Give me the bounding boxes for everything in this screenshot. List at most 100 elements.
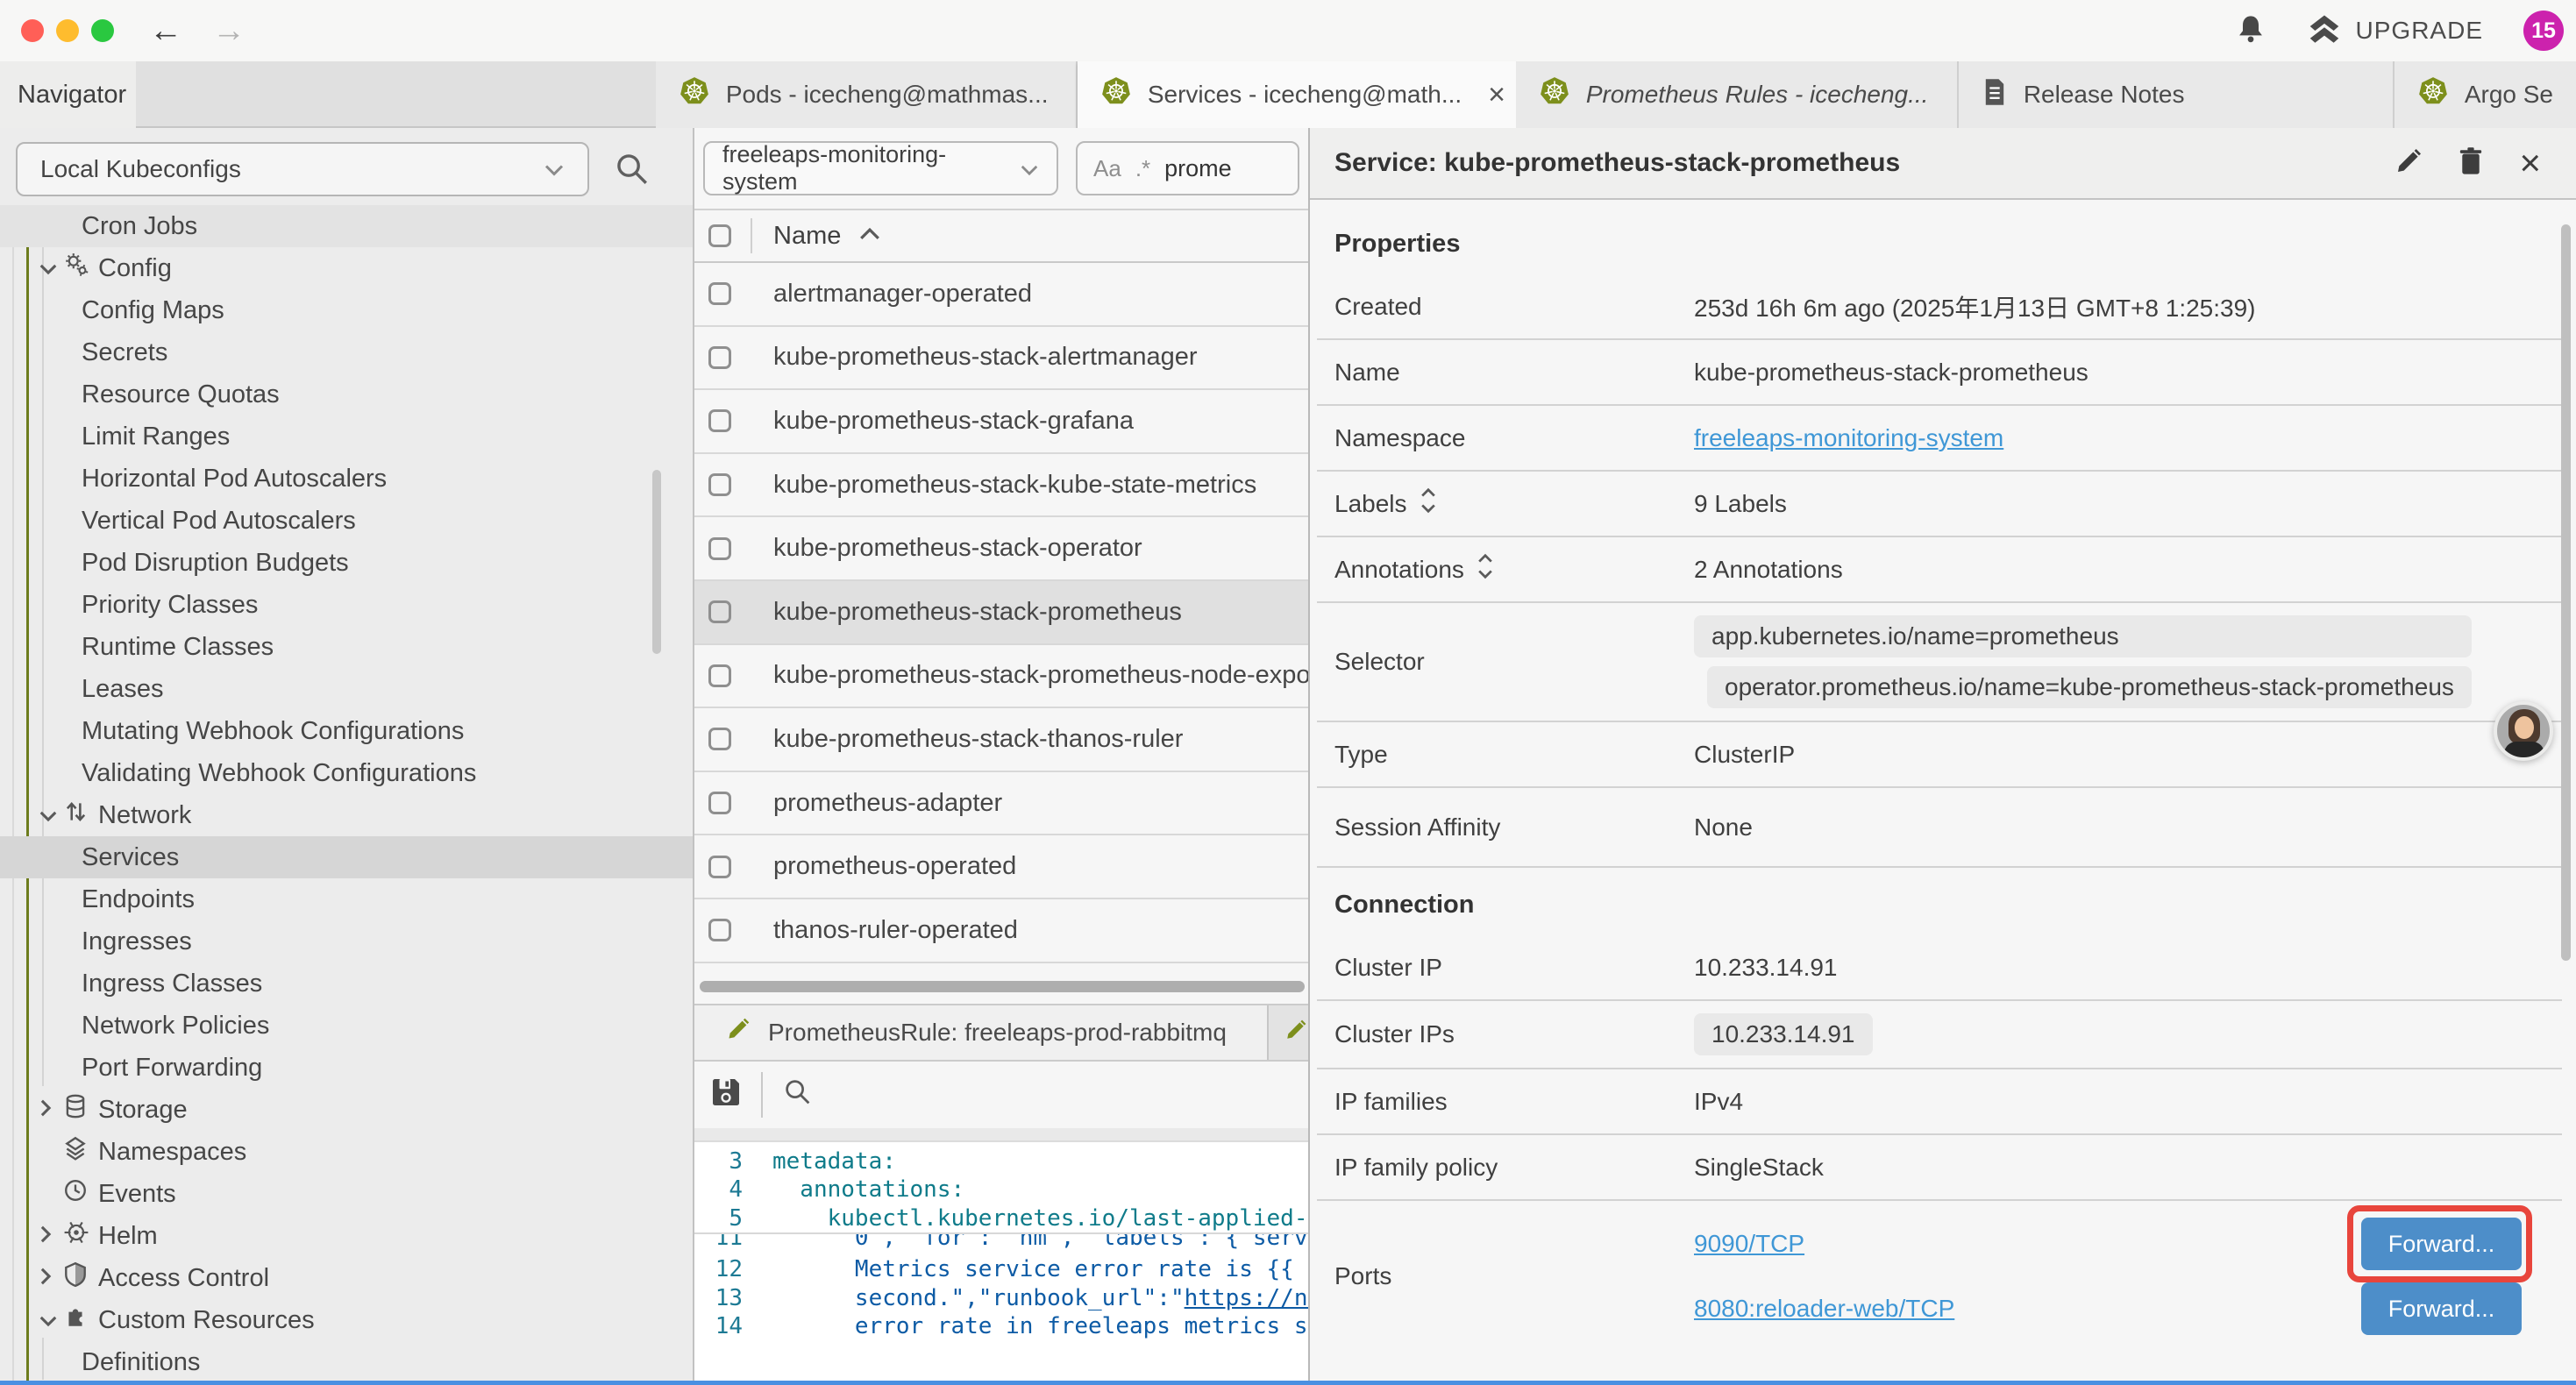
save-icon[interactable]	[708, 1075, 744, 1114]
sidebar-item-events[interactable]: Events	[0, 1173, 693, 1215]
chevron-down-icon[interactable]	[39, 254, 58, 283]
yaml-editor[interactable]: 3metadata:4 annotations:5 kubectl.kubern…	[694, 1142, 1308, 1385]
table-row[interactable]: kube-prometheus-stack-grafana	[694, 390, 1308, 454]
edit-pencil-icon[interactable]	[2395, 147, 2423, 180]
sidebar-item-services[interactable]: Services	[0, 836, 693, 878]
table-row[interactable]: kube-prometheus-stack-operator	[694, 517, 1308, 581]
kubeconfig-selector[interactable]: Local Kubeconfigs	[16, 142, 589, 196]
workspace-tab-5[interactable]: Argo Se	[2395, 61, 2576, 128]
search-icon[interactable]	[614, 151, 651, 192]
editor-tab-next[interactable]	[1269, 1005, 1308, 1060]
horizontal-scrollbar[interactable]	[700, 981, 1305, 992]
sidebar-item-network-policies[interactable]: Network Policies	[0, 1005, 693, 1047]
sidebar-item-leases[interactable]: Leases	[0, 668, 693, 710]
sidebar-item-config-maps[interactable]: Config Maps	[0, 289, 693, 331]
table-row[interactable]: kube-prometheus-stack-thanos-ruler	[694, 708, 1308, 772]
row-checkbox[interactable]	[708, 600, 731, 623]
table-row[interactable]: kube-prometheus-stack-kube-state-metrics	[694, 454, 1308, 518]
sidebar-item-limit-ranges[interactable]: Limit Ranges	[0, 416, 693, 458]
sidebar-item-validating-webhook-configurations[interactable]: Validating Webhook Configurations	[0, 752, 693, 794]
sidebar-item-custom-resources[interactable]: Custom Resources	[0, 1299, 693, 1341]
match-case-toggle[interactable]: Aa	[1093, 155, 1121, 182]
sidebar-item-cron-jobs[interactable]: Cron Jobs	[0, 205, 693, 247]
row-checkbox[interactable]	[708, 409, 731, 432]
row-checkbox[interactable]	[708, 792, 731, 814]
table-row[interactable]: thanos-ruler-operated	[694, 899, 1308, 963]
sidebar-item-config[interactable]: Config	[0, 247, 693, 289]
sidebar-item-helm[interactable]: Helm	[0, 1215, 693, 1257]
table-row[interactable]: kube-prometheus-stack-prometheus	[694, 581, 1308, 645]
sidebar-item-definitions[interactable]: Definitions	[0, 1341, 693, 1383]
row-checkbox[interactable]	[708, 473, 731, 496]
sidebar-item-vertical-pod-autoscalers[interactable]: Vertical Pod Autoscalers	[0, 500, 693, 542]
expand-collapse-icon[interactable]	[1420, 487, 1437, 520]
name-column-header[interactable]: Name	[773, 222, 841, 251]
forward-arrow-icon[interactable]: →	[212, 14, 246, 47]
row-checkbox[interactable]	[708, 346, 731, 369]
select-all-checkbox[interactable]	[708, 224, 731, 247]
window-close-button[interactable]	[21, 19, 44, 42]
sidebar-item-secrets[interactable]: Secrets	[0, 331, 693, 373]
list-search-input[interactable]: Aa .* prome	[1076, 141, 1299, 195]
row-checkbox[interactable]	[708, 919, 731, 941]
table-row[interactable]: prometheus-operated	[694, 835, 1308, 899]
namespace-filter-select[interactable]: freeleaps-monitoring-system	[703, 141, 1058, 195]
sidebar-item-endpoints[interactable]: Endpoints	[0, 878, 693, 920]
sort-ascending-icon[interactable]	[858, 226, 881, 246]
sidebar-item-ingresses[interactable]: Ingresses	[0, 920, 693, 962]
row-checkbox[interactable]	[708, 282, 731, 305]
close-icon[interactable]: ×	[2519, 145, 2541, 181]
chevron-right-icon[interactable]	[39, 1222, 53, 1251]
navigator-panel-tab[interactable]: Navigator	[0, 61, 136, 128]
table-row[interactable]: prometheus-adapter	[694, 772, 1308, 836]
chevron-down-icon[interactable]	[39, 801, 58, 830]
port-link[interactable]: 9090/TCP	[1694, 1230, 1804, 1258]
sidebar-item-priority-classes[interactable]: Priority Classes	[0, 584, 693, 626]
table-row[interactable]: alertmanager-operated	[694, 263, 1308, 327]
forward-button[interactable]: Forward...	[2361, 1218, 2522, 1270]
sidebar-item-access-control[interactable]: Access Control	[0, 1257, 693, 1299]
chevron-down-icon	[544, 155, 565, 183]
sidebar-item-storage[interactable]: Storage	[0, 1089, 693, 1131]
row-checkbox[interactable]	[708, 856, 731, 878]
sidebar-item-runtime-classes[interactable]: Runtime Classes	[0, 626, 693, 668]
notification-count-badge[interactable]: 15	[2523, 11, 2564, 51]
back-arrow-icon[interactable]: ←	[149, 14, 182, 47]
workspace-tab-3[interactable]: Prometheus Rules - icecheng...	[1516, 61, 1959, 128]
editor-search-icon[interactable]	[782, 1076, 814, 1112]
sidebar-item-mutating-webhook-configurations[interactable]: Mutating Webhook Configurations	[0, 710, 693, 752]
port-link[interactable]: 8080:reloader-web/TCP	[1694, 1295, 1954, 1323]
sidebar-scrollbar[interactable]	[652, 470, 661, 654]
editor-tab[interactable]: PrometheusRule: freeleaps-prod-rabbitmq	[694, 1005, 1269, 1060]
sidebar-item-resource-quotas[interactable]: Resource Quotas	[0, 373, 693, 416]
sidebar-item-namespaces[interactable]: Namespaces	[0, 1131, 693, 1173]
row-checkbox[interactable]	[708, 728, 731, 750]
chevron-right-icon[interactable]	[39, 1264, 53, 1293]
forward-button[interactable]: Forward...	[2361, 1282, 2522, 1335]
namespace-link[interactable]: freeleaps-monitoring-system	[1694, 424, 2003, 452]
workspace-tab-1[interactable]: Pods - icecheng@mathmas...	[656, 61, 1078, 128]
close-tab-icon[interactable]: ×	[1477, 78, 1505, 112]
row-checkbox[interactable]	[708, 664, 731, 687]
chevron-right-icon[interactable]	[39, 1096, 53, 1125]
table-row[interactable]: kube-prometheus-stack-alertmanager	[694, 327, 1308, 391]
sidebar-item-network[interactable]: Network	[0, 794, 693, 836]
table-row[interactable]: kube-prometheus-stack-prometheus-node-ex…	[694, 645, 1308, 709]
chevron-down-icon[interactable]	[39, 1306, 58, 1335]
workspace-tab-2[interactable]: Services - icecheng@math...×	[1078, 61, 1516, 128]
details-scrollbar[interactable]	[2561, 224, 2571, 961]
expand-collapse-icon[interactable]	[1477, 553, 1494, 586]
workspace-tab-4[interactable]: Release Notes	[1959, 61, 2395, 128]
sidebar-item-ingress-classes[interactable]: Ingress Classes	[0, 962, 693, 1005]
sidebar-item-horizontal-pod-autoscalers[interactable]: Horizontal Pod Autoscalers	[0, 458, 693, 500]
sidebar-item-port-forwarding[interactable]: Port Forwarding	[0, 1047, 693, 1089]
window-minimize-button[interactable]	[56, 19, 79, 42]
window-zoom-button[interactable]	[91, 19, 114, 42]
notifications-bell-icon[interactable]	[2235, 13, 2266, 49]
avatar[interactable]	[2494, 701, 2553, 761]
regex-toggle[interactable]: .*	[1135, 155, 1150, 182]
sidebar-item-pod-disruption-budgets[interactable]: Pod Disruption Budgets	[0, 542, 693, 584]
upgrade-button[interactable]: UPGRADE	[2307, 15, 2483, 46]
delete-trash-icon[interactable]	[2458, 146, 2484, 181]
row-checkbox[interactable]	[708, 537, 731, 560]
